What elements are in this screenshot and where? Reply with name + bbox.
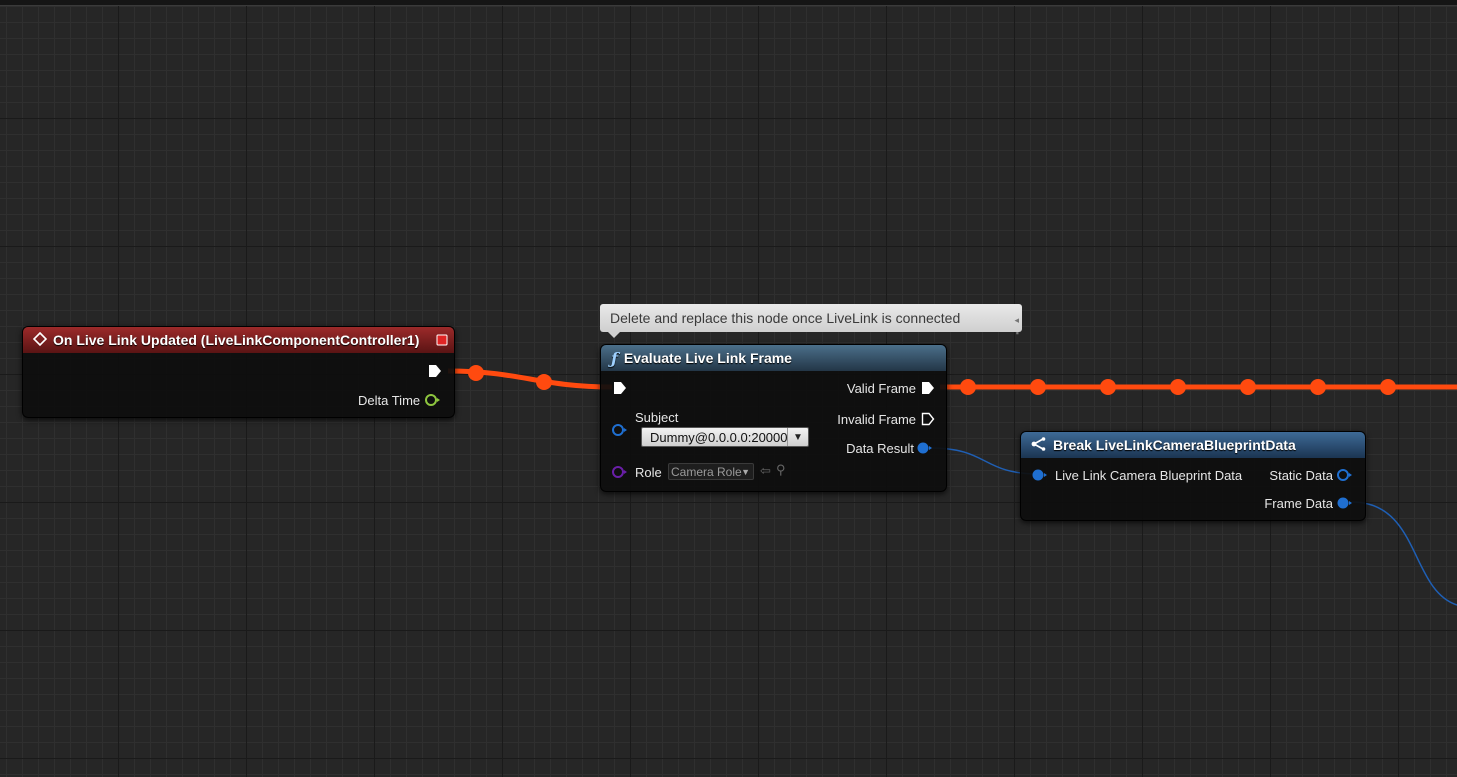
event-diamond-icon [32,331,48,349]
exec-wire-bubble [536,374,552,390]
exec-wire-bubble [1240,379,1256,395]
exec-in-pin[interactable] [613,381,627,400]
exec-out-pin[interactable] [428,364,442,383]
graph-top-bar [0,0,1457,6]
event-node-title: On Live Link Updated (LiveLinkComponentC… [53,332,420,348]
event-node-on-live-link-updated[interactable]: On Live Link Updated (LiveLinkComponentC… [22,326,455,418]
camera-data-in-pin[interactable] [1032,468,1048,487]
exec-wire-bubble [1030,379,1046,395]
exec-wire-bubble [468,365,484,381]
exec-wire-bubble [1310,379,1326,395]
role-label: Role [635,465,662,480]
frame-data-pin[interactable] [1337,496,1353,515]
comment-collapse-icon[interactable]: ▪ [1016,319,1019,347]
delta-time-pin[interactable] [425,393,441,412]
frame-data-label: Frame Data [1264,496,1333,511]
invalid-frame-exec-pin[interactable] [921,412,935,431]
evaluate-live-link-frame-node[interactable]: ƒ Evaluate Live Link Frame Valid Frame I… [600,344,947,492]
role-use-selected-icon[interactable]: ⇦ [760,463,771,479]
subject-dropdown[interactable]: Dummy@0.0.0.0:20000 ▼ [641,427,809,447]
valid-frame-exec-pin[interactable] [921,381,935,400]
break-node-header[interactable]: Break LiveLinkCameraBlueprintData [1021,432,1365,458]
static-data-pin[interactable] [1337,468,1353,487]
chevron-down-icon[interactable]: ▼ [787,428,808,446]
subject-pin[interactable] [612,423,628,442]
role-combo[interactable]: Camera Role ▼ [668,463,754,480]
delegate-pin-icon[interactable] [436,333,448,351]
exec-wire-bubble [1380,379,1396,395]
function-f-icon: ƒ [611,348,618,368]
invalid-frame-label: Invalid Frame [837,412,916,427]
node-comment-bubble[interactable]: Delete and replace this node once LiveLi… [600,304,1022,338]
break-struct-icon [1031,436,1047,454]
subject-label: Subject [635,410,679,425]
break-node-title: Break LiveLinkCameraBlueprintData [1053,437,1296,453]
role-pin[interactable] [612,465,628,484]
exec-wire-event-to-evaluate[interactable] [447,368,613,390]
exec-wire-bubble [1100,379,1116,395]
evaluate-node-title: Evaluate Live Link Frame [623,350,792,366]
data-result-label: Data Result [846,441,914,456]
subject-value: Dummy@0.0.0.0:20000 [650,430,788,445]
break-live-link-camera-node[interactable]: Break LiveLinkCameraBlueprintData Live L… [1020,431,1366,521]
evaluate-node-header[interactable]: ƒ Evaluate Live Link Frame [601,345,946,371]
camera-data-in-label: Live Link Camera Blueprint Data [1055,468,1243,483]
event-node-header[interactable]: On Live Link Updated (LiveLinkComponentC… [23,327,454,353]
valid-frame-label: Valid Frame [846,381,916,396]
role-value: Camera Role [671,465,742,479]
chevron-down-icon[interactable]: ▼ [741,464,750,480]
data-wire-frame-data-out[interactable] [1351,501,1457,606]
exec-wire-bubble [960,379,976,395]
delta-time-label: Delta Time [358,393,421,408]
node-comment-text: Delete and replace this node once LiveLi… [610,310,961,326]
static-data-label: Static Data [1269,468,1333,483]
data-result-pin[interactable] [917,441,933,460]
exec-wire-bubble [1170,379,1186,395]
role-browse-icon[interactable]: ⚲ [776,462,786,478]
